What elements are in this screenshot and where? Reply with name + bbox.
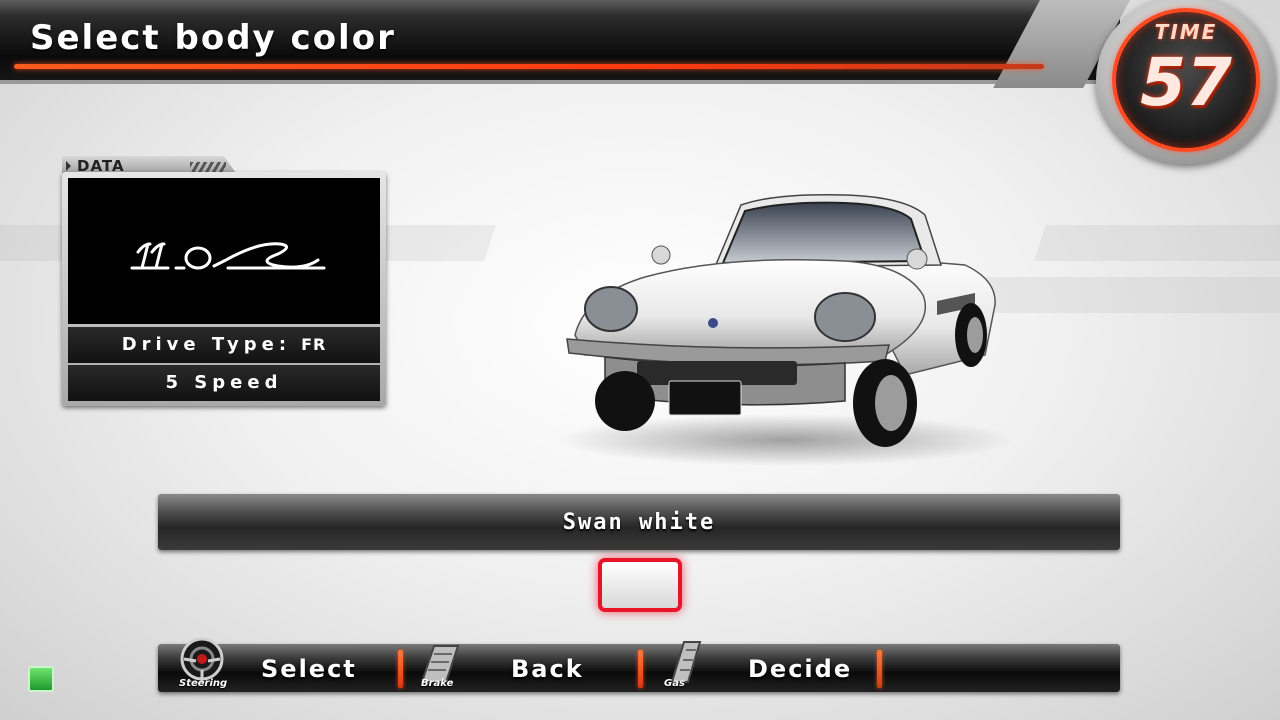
control-select-label: Select	[261, 655, 357, 683]
gas-caption: Gas	[664, 678, 685, 689]
control-decide-label: Decide	[748, 655, 853, 683]
steering-caption: Steering	[179, 678, 228, 689]
drive-type-label: Drive Type:	[121, 334, 292, 355]
brake-caption: Brake	[421, 678, 454, 689]
timer-label: TIME	[1154, 20, 1218, 44]
status-icon	[28, 666, 54, 692]
control-separator	[398, 650, 403, 688]
transmission-row: 5 Speed	[68, 365, 380, 401]
color-swatch-selected[interactable]	[598, 558, 682, 612]
car-preview	[545, 185, 1015, 470]
drive-type-value: FR	[301, 335, 327, 354]
control-separator	[638, 650, 643, 688]
car-logo	[128, 222, 328, 282]
drive-type-row: Drive Type: FR	[68, 327, 380, 363]
timer-value: 57	[1140, 44, 1232, 121]
control-separator	[877, 650, 882, 688]
steering-wheel-icon	[180, 637, 224, 681]
page-title: Select body color	[30, 18, 396, 58]
control-back-label: Back	[511, 655, 584, 683]
header-accent-line	[14, 64, 1044, 69]
color-name: Swan white	[562, 510, 716, 535]
tab-arrow-icon	[66, 161, 71, 171]
tab-hatch-decoration	[190, 162, 226, 172]
